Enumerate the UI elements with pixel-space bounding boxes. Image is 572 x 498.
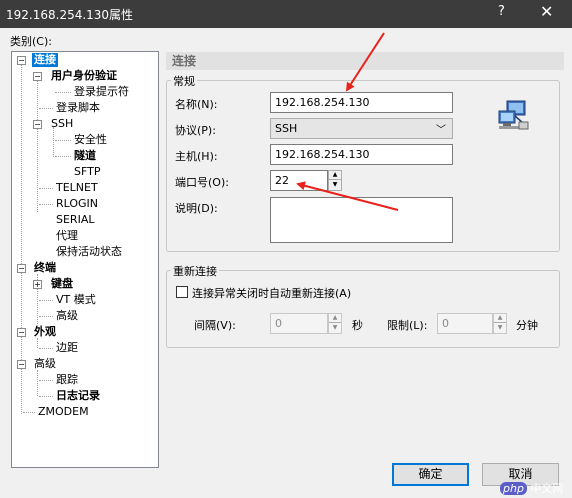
tree-item-tunnel[interactable]: 隧道 (72, 149, 98, 163)
collapse-icon[interactable]: − (17, 328, 26, 337)
chevron-up-icon[interactable]: ▲ (329, 314, 341, 323)
tree-item-advanced[interactable]: 高级 (32, 357, 58, 371)
description-textarea[interactable] (270, 197, 453, 243)
tree-line (37, 338, 38, 348)
tree-item-terminal[interactable]: 终端 (32, 261, 58, 275)
chevron-up-icon[interactable]: ▲ (329, 171, 341, 180)
tree-line (55, 156, 71, 157)
chevron-down-icon[interactable]: ▼ (329, 324, 341, 332)
minutes-label: 分钟 (516, 319, 538, 332)
host-label: 主机(H): (175, 150, 218, 163)
tree-item-security[interactable]: 安全性 (72, 133, 109, 147)
reconnect-group-title: 重新连接 (171, 263, 219, 279)
collapse-icon[interactable]: − (33, 72, 42, 81)
ok-button[interactable]: 确定 (392, 463, 469, 486)
general-group-title: 常规 (171, 73, 197, 89)
tree-line (37, 78, 38, 212)
chevron-down-icon: ﹀ (436, 125, 446, 136)
chevron-down-icon[interactable]: ▼ (494, 324, 506, 332)
chevron-down-icon[interactable]: ▼ (329, 181, 341, 189)
tree-item-vt-mode[interactable]: VT 模式 (54, 293, 98, 307)
port-input[interactable]: 22 (270, 170, 328, 191)
name-input[interactable]: 192.168.254.130 (270, 92, 453, 113)
window-title: 192.168.254.130属性 (6, 8, 134, 22)
section-title: 连接 (166, 52, 564, 70)
tree-line (39, 316, 53, 317)
php-logo: php (500, 482, 527, 495)
name-label: 名称(N): (175, 98, 218, 111)
tree-item-trace[interactable]: 跟踪 (54, 373, 80, 387)
limit-input[interactable]: 0 (437, 313, 493, 334)
tree-line (23, 412, 35, 413)
tree-line (55, 92, 71, 93)
watermark: php 中文网 (500, 480, 563, 496)
interval-stepper[interactable]: ▲ ▼ (328, 313, 342, 334)
collapse-icon[interactable]: − (33, 120, 42, 129)
tree-item-advanced-terminal[interactable]: 高级 (54, 309, 80, 323)
tree-line (55, 140, 71, 141)
interval-input[interactable]: 0 (270, 313, 328, 334)
tree-item-login-prompt[interactable]: 登录提示符 (72, 85, 131, 99)
tree-item-zmodem[interactable]: ZMODEM (36, 405, 91, 419)
collapse-icon[interactable]: − (17, 360, 26, 369)
tree-item-margin[interactable]: 边距 (54, 341, 80, 355)
tree-item-connection[interactable]: 连接 (32, 53, 58, 67)
tree-item-appearance[interactable]: 外观 (32, 325, 58, 339)
tree-line (37, 370, 38, 396)
port-stepper[interactable]: ▲ ▼ (328, 170, 342, 191)
seconds-label: 秒 (352, 319, 363, 332)
interval-label: 间隔(V): (194, 319, 236, 332)
title-bar: 192.168.254.130属性 ? ✕ (0, 0, 572, 28)
help-icon[interactable]: ? (498, 4, 505, 19)
category-tree[interactable]: − 连接 − 用户身份验证 登录提示符 登录脚本 − SSH 安全性 隧道 SF… (11, 51, 159, 468)
reconnect-checkbox[interactable] (176, 286, 188, 298)
reconnect-group (166, 270, 560, 348)
tree-item-keyboard[interactable]: 键盘 (49, 277, 75, 291)
tree-item-user-auth[interactable]: 用户身份验证 (49, 69, 119, 83)
chevron-up-icon[interactable]: ▲ (494, 314, 506, 323)
tree-line (39, 108, 53, 109)
expand-icon[interactable]: + (33, 280, 42, 289)
collapse-icon[interactable]: − (17, 264, 26, 273)
tree-item-login-script[interactable]: 登录脚本 (54, 101, 102, 115)
protocol-select[interactable]: SSH ﹀ (270, 118, 453, 139)
limit-label: 限制(L): (387, 319, 428, 332)
reconnect-checkbox-label[interactable]: 连接异常关闭时自动重新连接(A) (192, 285, 351, 301)
network-computer-icon (498, 100, 529, 130)
collapse-icon[interactable]: − (17, 56, 26, 65)
watermark-text: 中文网 (530, 482, 564, 495)
tree-line (39, 204, 53, 205)
tree-line (39, 348, 53, 349)
limit-stepper[interactable]: ▲ ▼ (493, 313, 507, 334)
host-input[interactable]: 192.168.254.130 (270, 144, 453, 165)
tree-item-rlogin[interactable]: RLOGIN (54, 197, 100, 211)
tree-item-proxy[interactable]: 代理 (54, 229, 80, 243)
tree-item-serial[interactable]: SERIAL (54, 213, 96, 227)
tree-line (39, 300, 53, 301)
tree-line (53, 127, 54, 157)
protocol-value: SSH (275, 122, 298, 135)
category-label: 类别(C): (10, 35, 52, 48)
protocol-label: 协议(P): (175, 124, 216, 137)
tree-line (39, 396, 53, 397)
port-label: 端口号(O): (175, 176, 229, 189)
tree-item-telnet[interactable]: TELNET (54, 181, 100, 195)
tree-item-sftp[interactable]: SFTP (72, 165, 102, 179)
close-icon[interactable]: ✕ (540, 2, 553, 21)
tree-item-logging[interactable]: 日志记录 (54, 389, 102, 403)
description-label: 说明(D): (175, 202, 218, 215)
tree-item-ssh[interactable]: SSH (49, 117, 75, 131)
tree-line (39, 380, 53, 381)
tree-line (39, 188, 53, 189)
tree-item-keepalive[interactable]: 保持活动状态 (54, 245, 124, 259)
